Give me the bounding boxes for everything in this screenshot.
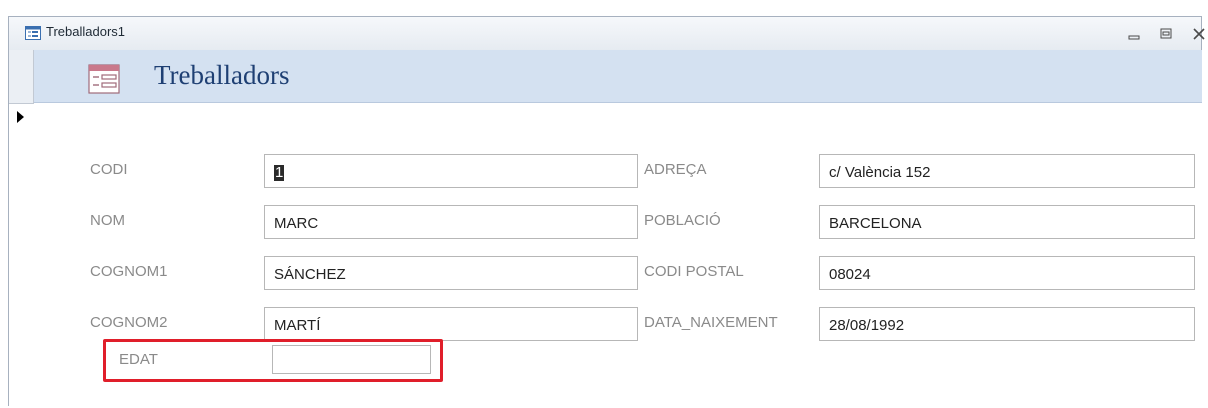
- window-title: Treballadors1: [46, 24, 126, 39]
- data-naixement-field[interactable]: 28/08/1992: [819, 307, 1195, 341]
- close-icon[interactable]: [1189, 24, 1208, 44]
- cognom1-label: COGNOM1: [90, 263, 168, 280]
- data-naixement-label: DATA_NAIXEMENT: [644, 314, 778, 331]
- cognom2-field[interactable]: MARTÍ: [264, 307, 638, 341]
- cognom2-label: COGNOM2: [90, 314, 168, 331]
- edat-highlight-box: [103, 339, 443, 382]
- form-icon: [25, 26, 41, 40]
- form-icon: [88, 64, 120, 94]
- restore-icon[interactable]: [1156, 24, 1176, 44]
- form-title: Treballadors: [154, 60, 290, 90]
- window-titlebar[interactable]: Treballadors1: [9, 17, 1205, 51]
- codi-postal-label: CODI POSTAL: [644, 263, 744, 280]
- adreca-label: ADREÇA: [644, 161, 707, 178]
- codi-field[interactable]: 1: [264, 154, 638, 188]
- codi-postal-field[interactable]: 08024: [819, 256, 1195, 290]
- record-selector-arrow-icon: [17, 111, 24, 123]
- codi-value: 1: [274, 164, 285, 181]
- form-header: Treballadors: [34, 50, 1202, 103]
- adreca-field[interactable]: c/ València 152: [819, 154, 1195, 188]
- poblacio-label: POBLACIÓ: [644, 212, 721, 229]
- nom-label: NOM: [90, 212, 125, 229]
- record-selector-bar: [9, 50, 34, 408]
- nom-field[interactable]: MARC: [264, 205, 638, 239]
- minimize-icon[interactable]: [1124, 24, 1144, 44]
- codi-label: CODI: [90, 161, 128, 178]
- cognom1-field[interactable]: SÁNCHEZ: [264, 256, 638, 290]
- poblacio-field[interactable]: BARCELONA: [819, 205, 1195, 239]
- record-selector[interactable]: [9, 103, 34, 408]
